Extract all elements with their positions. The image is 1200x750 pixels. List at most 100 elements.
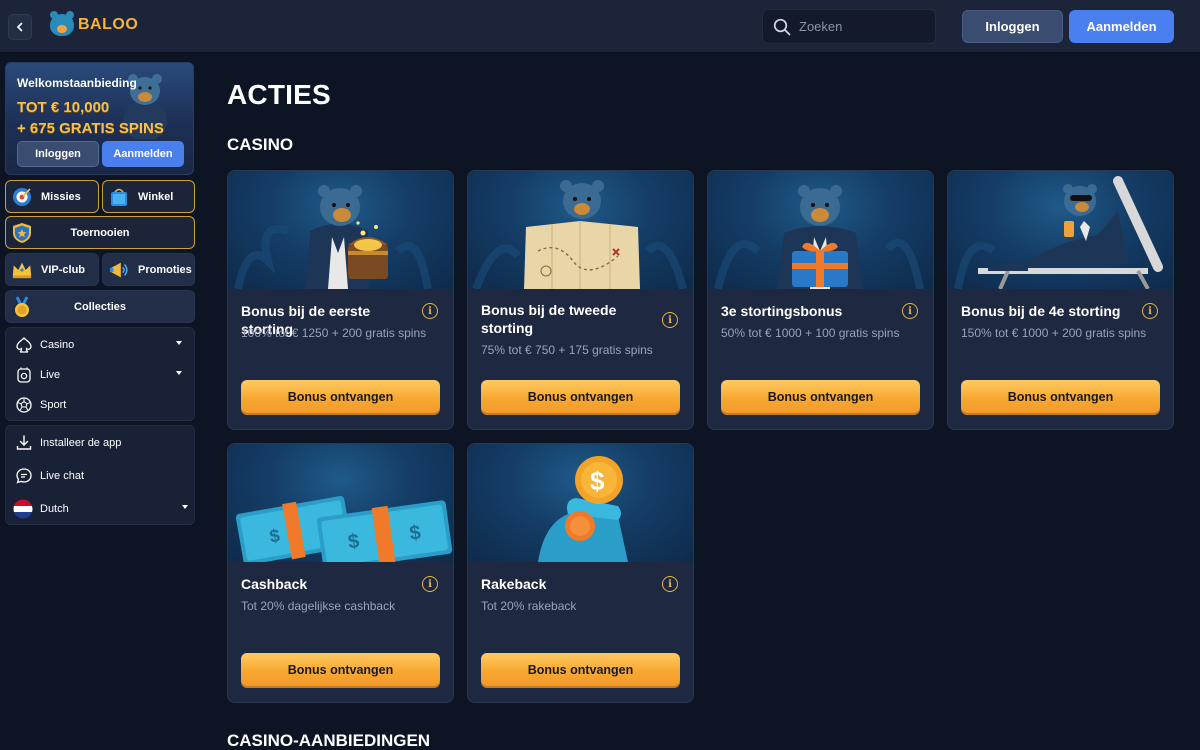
nav-sport[interactable]: Sport: [6, 393, 194, 417]
download-icon: [15, 434, 33, 452]
info-icon[interactable]: i: [422, 303, 438, 319]
info-icon[interactable]: i: [902, 303, 918, 319]
card-image: [708, 171, 933, 289]
secondary-nav: Installeer de app Live chat Dutch: [5, 425, 195, 525]
nav-label: Installeer de app: [40, 437, 122, 449]
top-header: BALOO Inloggen Aanmelden: [0, 0, 1200, 53]
cash-stack-illustration: $ $ $: [235, 496, 453, 562]
nav-label: Dutch: [40, 503, 69, 515]
bear-treasure-chest-illustration: [234, 185, 432, 289]
nav-label: Live: [40, 369, 61, 381]
nav-casino[interactable]: Casino: [6, 333, 194, 357]
bear-gift-box-illustration: [714, 185, 924, 289]
tile-toernooien[interactable]: Toernooien: [5, 216, 195, 249]
back-button[interactable]: [8, 14, 32, 40]
card-subtitle: 150% tot € 1000 + 200 gratis spins: [961, 326, 1147, 340]
promo-card[interactable]: $ $ $ Cashback i Tot 20% dagelijkse cash…: [227, 443, 454, 703]
tile-label: Toernooien: [70, 226, 130, 239]
card-subtitle: Tot 20% rakeback: [481, 599, 577, 613]
bear-treasure-map-illustration: [472, 180, 687, 289]
card-image: [468, 171, 693, 289]
promo-title: Welkomstaanbieding: [17, 76, 137, 90]
claim-bonus-button[interactable]: Bonus ontvangen: [241, 653, 440, 686]
card-image: $ $ $: [228, 444, 453, 562]
crown-icon: [11, 259, 33, 281]
section-title-casino: CASINO: [227, 135, 294, 154]
card-title: Cashback: [241, 576, 308, 592]
search-input[interactable]: [799, 19, 919, 34]
chat-bubble-icon: [15, 467, 33, 485]
live-dealer-icon: [15, 366, 33, 384]
card-image: [228, 171, 453, 289]
soccer-ball-icon: [15, 396, 33, 414]
chevron-down-icon[interactable]: [182, 505, 188, 509]
brand-logo[interactable]: BALOO: [50, 11, 139, 36]
install-app-link[interactable]: Installeer de app: [6, 431, 194, 455]
target-icon: [11, 186, 33, 208]
login-button[interactable]: Inloggen: [962, 10, 1063, 43]
promo-card[interactable]: $ Rakeback i Tot 20% rakeback Bonus ontv…: [467, 443, 694, 703]
brand-name: BALOO: [78, 16, 139, 33]
welcome-promo-banner[interactable]: Welkomstaanbieding TOT € 10,000 + 675 GR…: [5, 62, 194, 175]
info-icon[interactable]: i: [662, 576, 678, 592]
card-subtitle: 50% tot € 1000 + 100 gratis spins: [721, 326, 900, 340]
card-title: Bonus bij de 4e storting: [961, 303, 1121, 319]
netherlands-flag-icon: [13, 499, 33, 519]
spade-icon: [15, 336, 33, 354]
nav-label: Sport: [40, 399, 67, 411]
claim-bonus-button[interactable]: Bonus ontvangen: [721, 380, 920, 413]
tile-missies[interactable]: Missies: [5, 180, 99, 213]
shopping-bag-icon: [108, 186, 130, 208]
tile-collecties[interactable]: Collecties: [5, 290, 195, 323]
bear-lounge-chair-illustration: [954, 176, 1163, 289]
live-chat-link[interactable]: Live chat: [6, 464, 194, 488]
info-icon[interactable]: i: [1142, 303, 1158, 319]
main-nav: Casino Live Sport: [5, 327, 195, 421]
language-selector[interactable]: Dutch: [6, 497, 194, 521]
info-icon[interactable]: i: [422, 576, 438, 592]
svg-text:$: $: [590, 466, 605, 496]
promo-signup-button[interactable]: Aanmelden: [102, 141, 184, 167]
signup-button[interactable]: Aanmelden: [1069, 10, 1174, 43]
card-subtitle: 75% tot € 750 + 175 gratis spins: [481, 343, 653, 357]
claim-bonus-button[interactable]: Bonus ontvangen: [961, 380, 1160, 413]
card-subtitle: Tot 20% dagelijkse cashback: [241, 599, 396, 613]
chevron-down-icon[interactable]: [176, 371, 182, 375]
nav-live[interactable]: Live: [6, 363, 194, 387]
tile-label: VIP-club: [41, 263, 86, 276]
card-title: 3e stortingsbonus: [721, 303, 843, 319]
search-icon: [773, 18, 791, 35]
info-icon[interactable]: i: [662, 312, 678, 328]
chevron-left-icon: [16, 22, 23, 32]
promo-card[interactable]: Bonus bij de eerste storting i 100% tot …: [227, 170, 454, 430]
section-title-casino-offers: CASINO-AANBIEDINGEN: [227, 731, 431, 750]
card-image: $: [468, 444, 693, 562]
card-title: Rakeback: [481, 576, 547, 592]
promo-line-2: + 675 GRATIS SPINS: [17, 120, 164, 137]
megaphone-icon: [108, 259, 130, 281]
promo-login-button[interactable]: Inloggen: [17, 141, 99, 167]
tile-label: Missies: [41, 190, 81, 203]
promo-amount: TOT € 10,000 + 675 GRATIS SPINS: [17, 97, 164, 139]
claim-bonus-button[interactable]: Bonus ontvangen: [481, 653, 680, 686]
promo-card[interactable]: Bonus bij de 4e storting i 150% tot € 10…: [947, 170, 1174, 430]
hand-with-coins-illustration: $: [538, 456, 628, 562]
tile-label: Winkel: [138, 190, 174, 203]
claim-bonus-button[interactable]: Bonus ontvangen: [241, 380, 440, 413]
tile-promoties[interactable]: Promoties: [102, 253, 195, 286]
chevron-down-icon[interactable]: [176, 341, 182, 345]
tile-vip-club[interactable]: VIP-club: [5, 253, 99, 286]
card-subtitle: 100% tot € 1250 + 200 gratis spins: [241, 326, 427, 340]
bear-logo-icon: [50, 11, 74, 36]
page-title: ACTIES: [227, 79, 331, 110]
promo-line-1: TOT € 10,000: [17, 99, 110, 116]
promo-card[interactable]: 3e stortingsbonus i 50% tot € 1000 + 100…: [707, 170, 934, 430]
search-box[interactable]: [762, 9, 936, 44]
tile-winkel[interactable]: Winkel: [102, 180, 195, 213]
nav-label: Casino: [40, 339, 75, 351]
tile-label: Promoties: [138, 263, 192, 276]
promo-card[interactable]: Bonus bij de tweede storting i 75% tot €…: [467, 170, 694, 430]
tile-label: Collecties: [74, 300, 126, 313]
claim-bonus-button[interactable]: Bonus ontvangen: [481, 380, 680, 413]
nav-label: Live chat: [40, 470, 85, 482]
